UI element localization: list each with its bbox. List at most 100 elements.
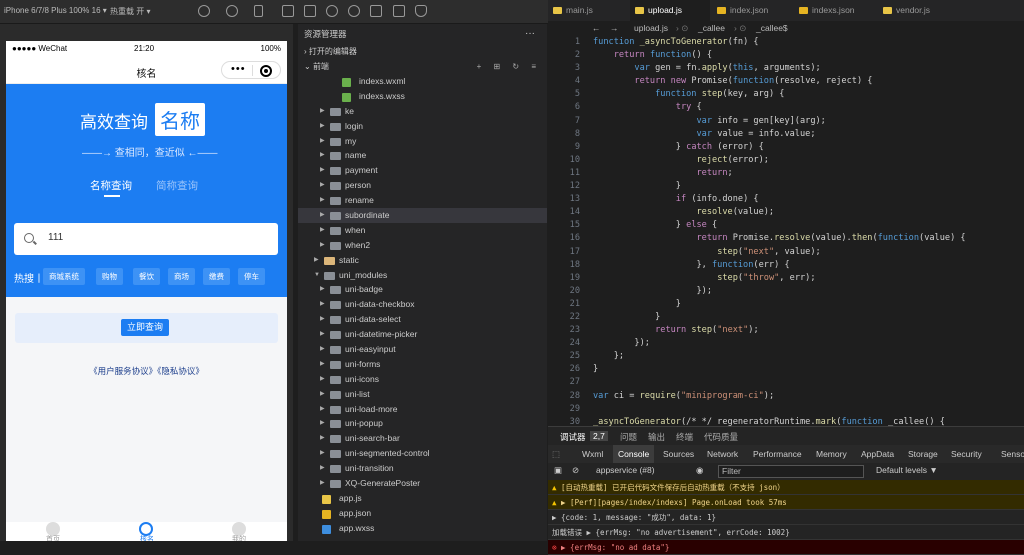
code-line[interactable]: 28 var ci = require("miniprogram-ci"); <box>548 390 1024 403</box>
code-line[interactable]: 9 } catch (error) { <box>548 141 1024 154</box>
tab-upload-js[interactable]: upload.js <box>630 0 710 21</box>
tree-item[interactable]: ▶ when <box>298 223 547 238</box>
code-line[interactable]: 1 function _asyncToGenerator(fn) { <box>548 36 1024 49</box>
clear-console-icon[interactable]: ⊘ <box>572 465 579 476</box>
tab-output[interactable]: 输出 <box>648 431 665 443</box>
explorer-menu[interactable]: ··· <box>525 24 535 44</box>
project-section[interactable]: ⌄ 前端 + ⊞ ↻ ≡ <box>298 59 547 74</box>
log-entry[interactable]: ⊗ ▶ {errMsg: "no ad data"} <box>548 540 1024 555</box>
log-entry[interactable]: ▲ ▶ [Perf][pages/index/indexs] Page.onLo… <box>548 495 1024 510</box>
code-line[interactable]: 5 function step(key, arg) { <box>548 88 1024 101</box>
tab-console[interactable]: Console <box>613 445 655 463</box>
hot-reload-toggle[interactable]: 热重载 开 ▾ <box>110 6 150 17</box>
chevron-right-icon[interactable]: ▶ <box>314 253 319 268</box>
hot-tag[interactable]: 餐饮 <box>133 268 160 285</box>
tab-name-query[interactable]: 名称查询 <box>90 178 132 193</box>
code-line[interactable]: 3 var gen = fn.apply(this, arguments); <box>548 62 1024 75</box>
tree-item[interactable]: ▶ uni-list <box>298 387 547 402</box>
hot-tag[interactable]: 商城系统 <box>43 268 85 285</box>
tab-terminal[interactable]: 终端 <box>676 431 693 443</box>
tree-item[interactable]: ▶ person <box>298 178 547 193</box>
hot-tag[interactable]: 商场 <box>168 268 195 285</box>
tab-wxml[interactable]: Wxml <box>582 449 603 459</box>
log-entry[interactable]: 加载错误 ▶ {errMsg: "no advertisement", errC… <box>548 525 1024 540</box>
log-entry[interactable]: ▶ {code: 1, message: "成功", data: 1} <box>548 510 1024 525</box>
tree-item[interactable]: ▶ uni-easyinput <box>298 342 547 357</box>
device-selector[interactable]: iPhone 6/7/8 Plus 100% 16 ▾ <box>4 6 107 15</box>
code-line[interactable]: 22 } <box>548 311 1024 324</box>
chevron-right-icon[interactable]: ▶ <box>320 402 325 417</box>
tab-indexs-json[interactable]: indexs.json <box>794 0 876 21</box>
tree-item[interactable]: ▶ subordinate <box>298 208 547 223</box>
tab-memory[interactable]: Memory <box>816 449 847 459</box>
more-icon[interactable]: ••• <box>231 63 246 75</box>
tab-problems[interactable]: 问题 <box>620 431 637 443</box>
tab-mine[interactable]: 我的 <box>232 534 246 541</box>
tree-item[interactable]: ▶ uni-load-more <box>298 402 547 417</box>
code-line[interactable]: 4 return new Promise(function(resolve, r… <box>548 75 1024 88</box>
code-line[interactable]: 29 <box>548 403 1024 416</box>
hot-tag[interactable]: 缴费 <box>203 268 230 285</box>
code-line[interactable]: 8 var value = info.value; <box>548 128 1024 141</box>
code-area[interactable]: 1 function _asyncToGenerator(fn) {2 retur… <box>548 36 1024 429</box>
code-line[interactable]: 12 } <box>548 180 1024 193</box>
tree-item[interactable]: ▶ uni-badge <box>298 282 547 297</box>
query-button[interactable]: 立即查询 <box>121 319 170 336</box>
tree-item[interactable]: ▶ when2 <box>298 238 547 253</box>
tab-name-check[interactable]: 核名 <box>140 534 154 541</box>
files-icon[interactable] <box>304 5 316 17</box>
breadcrumb-file[interactable]: upload.js <box>634 23 668 33</box>
tab-abbr-query[interactable]: 简称查询 <box>156 178 198 193</box>
chevron-down-icon[interactable]: ▼ <box>314 268 320 283</box>
open-editors-section[interactable]: › 打开的编辑器 <box>298 44 547 59</box>
chevron-right-icon[interactable]: ▶ <box>320 357 325 372</box>
search-icon[interactable] <box>326 5 338 17</box>
explorer-tools[interactable]: + ⊞ ↻ ≡ <box>477 59 541 74</box>
code-line[interactable]: 20 }); <box>548 285 1024 298</box>
chevron-right-icon[interactable]: ▶ <box>320 119 325 134</box>
tab-performance[interactable]: Performance <box>753 449 802 459</box>
tree-item[interactable]: ▶ XQ-GeneratePoster <box>298 476 547 491</box>
tree-item[interactable]: ▶ uni-datetime-picker <box>298 327 547 342</box>
tab-home[interactable]: 首页 <box>46 534 60 541</box>
tab-main-js[interactable]: main.js <box>548 0 626 21</box>
tab-security[interactable]: Security <box>951 449 982 459</box>
chevron-right-icon[interactable]: ▶ <box>320 208 325 223</box>
breadcrumb-callee-inner[interactable]: _callee$ <box>756 23 788 33</box>
chevron-right-icon[interactable]: ▶ <box>320 223 325 238</box>
code-line[interactable]: 13 if (info.done) { <box>548 193 1024 206</box>
layout-icon[interactable] <box>282 5 294 17</box>
tree-item[interactable]: app.wxss <box>298 521 547 536</box>
code-line[interactable]: 10 reject(error); <box>548 154 1024 167</box>
tab-vendor-js[interactable]: vendor.js <box>878 0 956 21</box>
chevron-right-icon[interactable]: ▶ <box>320 134 325 149</box>
tree-item[interactable]: ▶ uni-forms <box>298 357 547 372</box>
context-select[interactable]: appservice (#8) <box>596 465 655 475</box>
code-line[interactable]: 19 step("throw", err); <box>548 272 1024 285</box>
log-levels-select[interactable]: Default levels ▼ <box>876 465 938 475</box>
inspect-icon[interactable]: ⬚ <box>552 449 560 460</box>
code-line[interactable]: 17 step("next", value); <box>548 246 1024 259</box>
tree-item[interactable]: app.js <box>298 491 547 506</box>
chevron-right-icon[interactable]: ▶ <box>320 282 325 297</box>
chevron-right-icon[interactable]: ▶ <box>320 104 325 119</box>
chevron-right-icon[interactable]: ▶ <box>320 312 325 327</box>
tree-item[interactable]: ▶ name <box>298 148 547 163</box>
tree-item[interactable]: ▶ static <box>298 253 547 268</box>
tree-item[interactable]: ▶ ke <box>298 104 547 119</box>
code-line[interactable]: 7 var info = gen[key](arg); <box>548 115 1024 128</box>
refresh-icon[interactable] <box>198 5 210 17</box>
hot-tag[interactable]: 停车 <box>238 268 265 285</box>
tab-sources[interactable]: Sources <box>663 449 694 459</box>
extensions-icon[interactable] <box>393 5 405 17</box>
tree-item[interactable]: ▶ login <box>298 119 547 134</box>
tree-item[interactable]: ▶ uni-data-checkbox <box>298 297 547 312</box>
chevron-right-icon[interactable]: ▶ <box>320 238 325 253</box>
stop-icon[interactable] <box>226 5 238 17</box>
chevron-right-icon[interactable]: ▶ <box>320 178 325 193</box>
code-line[interactable]: 15 } else { <box>548 219 1024 232</box>
code-line[interactable]: 18 }, function(err) { <box>548 259 1024 272</box>
tab-appdata[interactable]: AppData <box>861 449 894 459</box>
chevron-right-icon[interactable]: ▶ <box>320 372 325 387</box>
debug-icon[interactable] <box>370 5 382 17</box>
